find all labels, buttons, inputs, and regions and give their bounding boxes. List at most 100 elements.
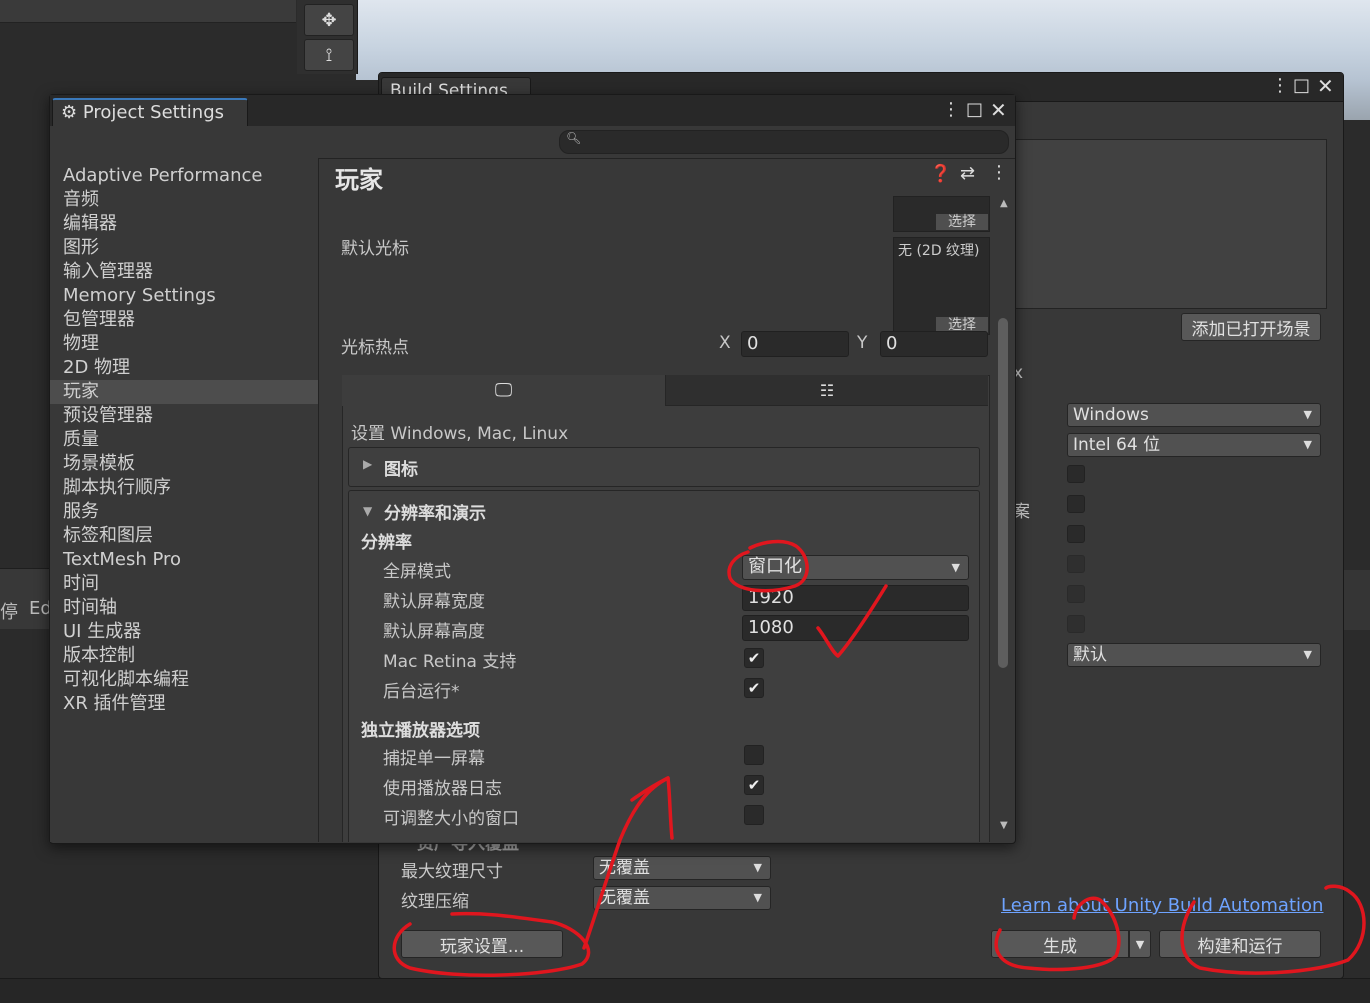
sidebar-item[interactable]: 版本控制	[50, 644, 318, 668]
sidebar-item[interactable]: UI 生成器	[50, 620, 318, 644]
checkmark-icon: ✔	[747, 776, 761, 794]
sidebar-item[interactable]: 标签和图层	[50, 524, 318, 548]
target-platform-value: Windows	[1073, 405, 1149, 425]
sidebar-item[interactable]: 物理	[50, 332, 318, 356]
build-option-checkbox[interactable]	[1067, 615, 1085, 633]
hierarchy-header	[0, 0, 296, 23]
build-options-chevron-icon[interactable]: ▼	[1129, 930, 1151, 958]
capture-single-screen-checkbox[interactable]	[744, 745, 764, 765]
project-settings-tab-label: Project Settings	[82, 102, 225, 123]
player-settings-button[interactable]: 玩家设置...	[401, 930, 563, 958]
close-icon[interactable]: ✕	[1317, 74, 1334, 98]
sidebar-item[interactable]: 时间轴	[50, 596, 318, 620]
build-and-run-button[interactable]: 构建和运行	[1159, 930, 1321, 958]
build-option-checkbox[interactable]	[1067, 525, 1085, 543]
sidebar-item[interactable]: 场景模板	[50, 452, 318, 476]
compression-dropdown[interactable]: 默认 ▼	[1067, 643, 1321, 667]
sidebar-item[interactable]: XR 插件管理	[50, 692, 318, 716]
close-icon[interactable]: ✕	[990, 98, 1007, 122]
maximize-icon[interactable]: □	[966, 99, 983, 120]
run-in-background-checkbox[interactable]: ✔	[744, 678, 764, 698]
mac-retina-checkbox[interactable]: ✔	[744, 648, 764, 668]
default-cursor-texture[interactable]: 无 (2D 纹理) 选择	[893, 237, 990, 335]
custom-tool-icon[interactable]: ⟟	[304, 39, 354, 71]
fullscreen-mode-label: 全屏模式	[383, 562, 451, 582]
texture-slot[interactable]: 选择	[893, 196, 990, 232]
search-input[interactable]: 🔍︎	[559, 130, 1009, 154]
fullscreen-mode-value: 窗口化	[748, 556, 802, 577]
sidebar-item[interactable]: 包管理器	[50, 308, 318, 332]
sidebar-item[interactable]: Memory Settings	[50, 284, 318, 308]
platform-heading: 设置 Windows, Mac, Linux	[351, 424, 569, 444]
sidebar-item[interactable]: 音频	[50, 188, 318, 212]
menu-dots-icon[interactable]: ⋮	[942, 99, 960, 120]
sidebar-item[interactable]: 预设管理器	[50, 404, 318, 428]
default-cursor-label: 默认光标	[341, 239, 409, 259]
build-button[interactable]: 生成	[991, 930, 1129, 958]
resizable-window-checkbox[interactable]	[744, 805, 764, 825]
chevron-right-icon: ▶	[363, 457, 373, 471]
move-tool-icon[interactable]: ✥	[304, 4, 354, 36]
sidebar-item[interactable]: 编辑器	[50, 212, 318, 236]
max-texture-size-label: 最大纹理尺寸	[401, 862, 503, 882]
default-height-field[interactable]: 1080	[742, 615, 969, 641]
run-in-background-label: 后台运行*	[383, 682, 460, 702]
learn-build-automation-link[interactable]: Learn about Unity Build Automation	[1001, 895, 1323, 916]
sidebar-item[interactable]: 脚本执行顺序	[50, 476, 318, 500]
default-height-label: 默认屏幕高度	[383, 622, 485, 642]
maximize-icon[interactable]: □	[1293, 75, 1310, 96]
scroll-down-icon[interactable]: ▼	[1000, 820, 1008, 831]
menu-dots-icon[interactable]: ⋮	[1271, 75, 1289, 96]
scroll-up-icon[interactable]: ▲	[1000, 198, 1008, 209]
scenes-in-build-list[interactable]	[1015, 139, 1327, 309]
preset-icon[interactable]: ⇄	[960, 163, 975, 184]
architecture-value: Intel 64 位	[1073, 435, 1161, 455]
max-texture-size-dropdown[interactable]: 无覆盖 ▼	[593, 856, 771, 880]
sidebar-item[interactable]: 可视化脚本编程	[50, 668, 318, 692]
sidebar-item[interactable]: 玩家	[50, 380, 318, 404]
server-platform-tab[interactable]: ☷	[666, 375, 988, 406]
project-settings-tab[interactable]: ⚙ Project Settings	[52, 98, 248, 127]
fullscreen-mode-dropdown[interactable]: 窗口化 ▼	[742, 555, 969, 580]
sidebar-item[interactable]: 时间	[50, 572, 318, 596]
sidebar-item[interactable]: 服务	[50, 500, 318, 524]
sidebar-item[interactable]: 图形	[50, 236, 318, 260]
add-open-scenes-button[interactable]: 添加已打开场景	[1181, 313, 1321, 341]
menu-dots-icon[interactable]: ⋮	[990, 162, 1008, 183]
build-option-checkbox[interactable]	[1067, 555, 1085, 573]
sidebar-item[interactable]: 质量	[50, 428, 318, 452]
architecture-dropdown[interactable]: Intel 64 位 ▼	[1067, 433, 1321, 457]
chevron-down-icon: ▼	[951, 561, 960, 574]
desktop-platform-tab[interactable]: 🖵	[342, 375, 666, 406]
sidebar-item[interactable]: Adaptive Performance	[50, 164, 318, 188]
select-texture-button[interactable]: 选择	[935, 213, 989, 231]
default-width-field[interactable]: 1920	[742, 585, 969, 611]
build-option-checkbox[interactable]	[1067, 495, 1085, 513]
chevron-down-icon: ▼	[753, 861, 762, 874]
hotspot-x-field[interactable]: 0	[741, 331, 849, 357]
help-icon[interactable]: ❓	[930, 164, 951, 184]
hotspot-y-field[interactable]: 0	[880, 331, 988, 357]
target-platform-dropdown[interactable]: Windows ▼	[1067, 403, 1321, 427]
capture-single-screen-label: 捕捉单一屏幕	[383, 749, 485, 769]
resolution-section-label: 分辨率和演示	[384, 504, 486, 524]
icon-foldout[interactable]: ▶ 图标	[348, 447, 980, 487]
tab-pause[interactable]: 停	[0, 598, 18, 624]
texture-compression-dropdown[interactable]: 无覆盖 ▼	[593, 886, 771, 910]
player-log-checkbox[interactable]: ✔	[744, 775, 764, 795]
page-title: 玩家	[335, 166, 383, 194]
default-width-label: 默认屏幕宽度	[383, 592, 485, 612]
build-option-checkbox[interactable]	[1067, 465, 1085, 483]
sidebar-item[interactable]: 输入管理器	[50, 260, 318, 284]
texture-compression-value: 无覆盖	[599, 888, 650, 908]
chevron-down-icon: ▼	[1303, 408, 1312, 421]
chevron-down-icon: ▼	[363, 504, 373, 518]
build-option-checkbox[interactable]	[1067, 585, 1085, 603]
player-settings-panel: 玩家 ❓ ⇄ ⋮ ▲ ▼ 选择 默认光标 无 (2D 纹理) 选择 光标热点 X…	[320, 158, 1015, 842]
chevron-down-icon: ▼	[1303, 648, 1312, 661]
player-log-label: 使用播放器日志	[383, 779, 502, 799]
scrollbar-thumb[interactable]	[998, 318, 1008, 668]
sidebar-item[interactable]: TextMesh Pro	[50, 548, 318, 572]
max-texture-size-value: 无覆盖	[599, 858, 650, 878]
sidebar-item[interactable]: 2D 物理	[50, 356, 318, 380]
